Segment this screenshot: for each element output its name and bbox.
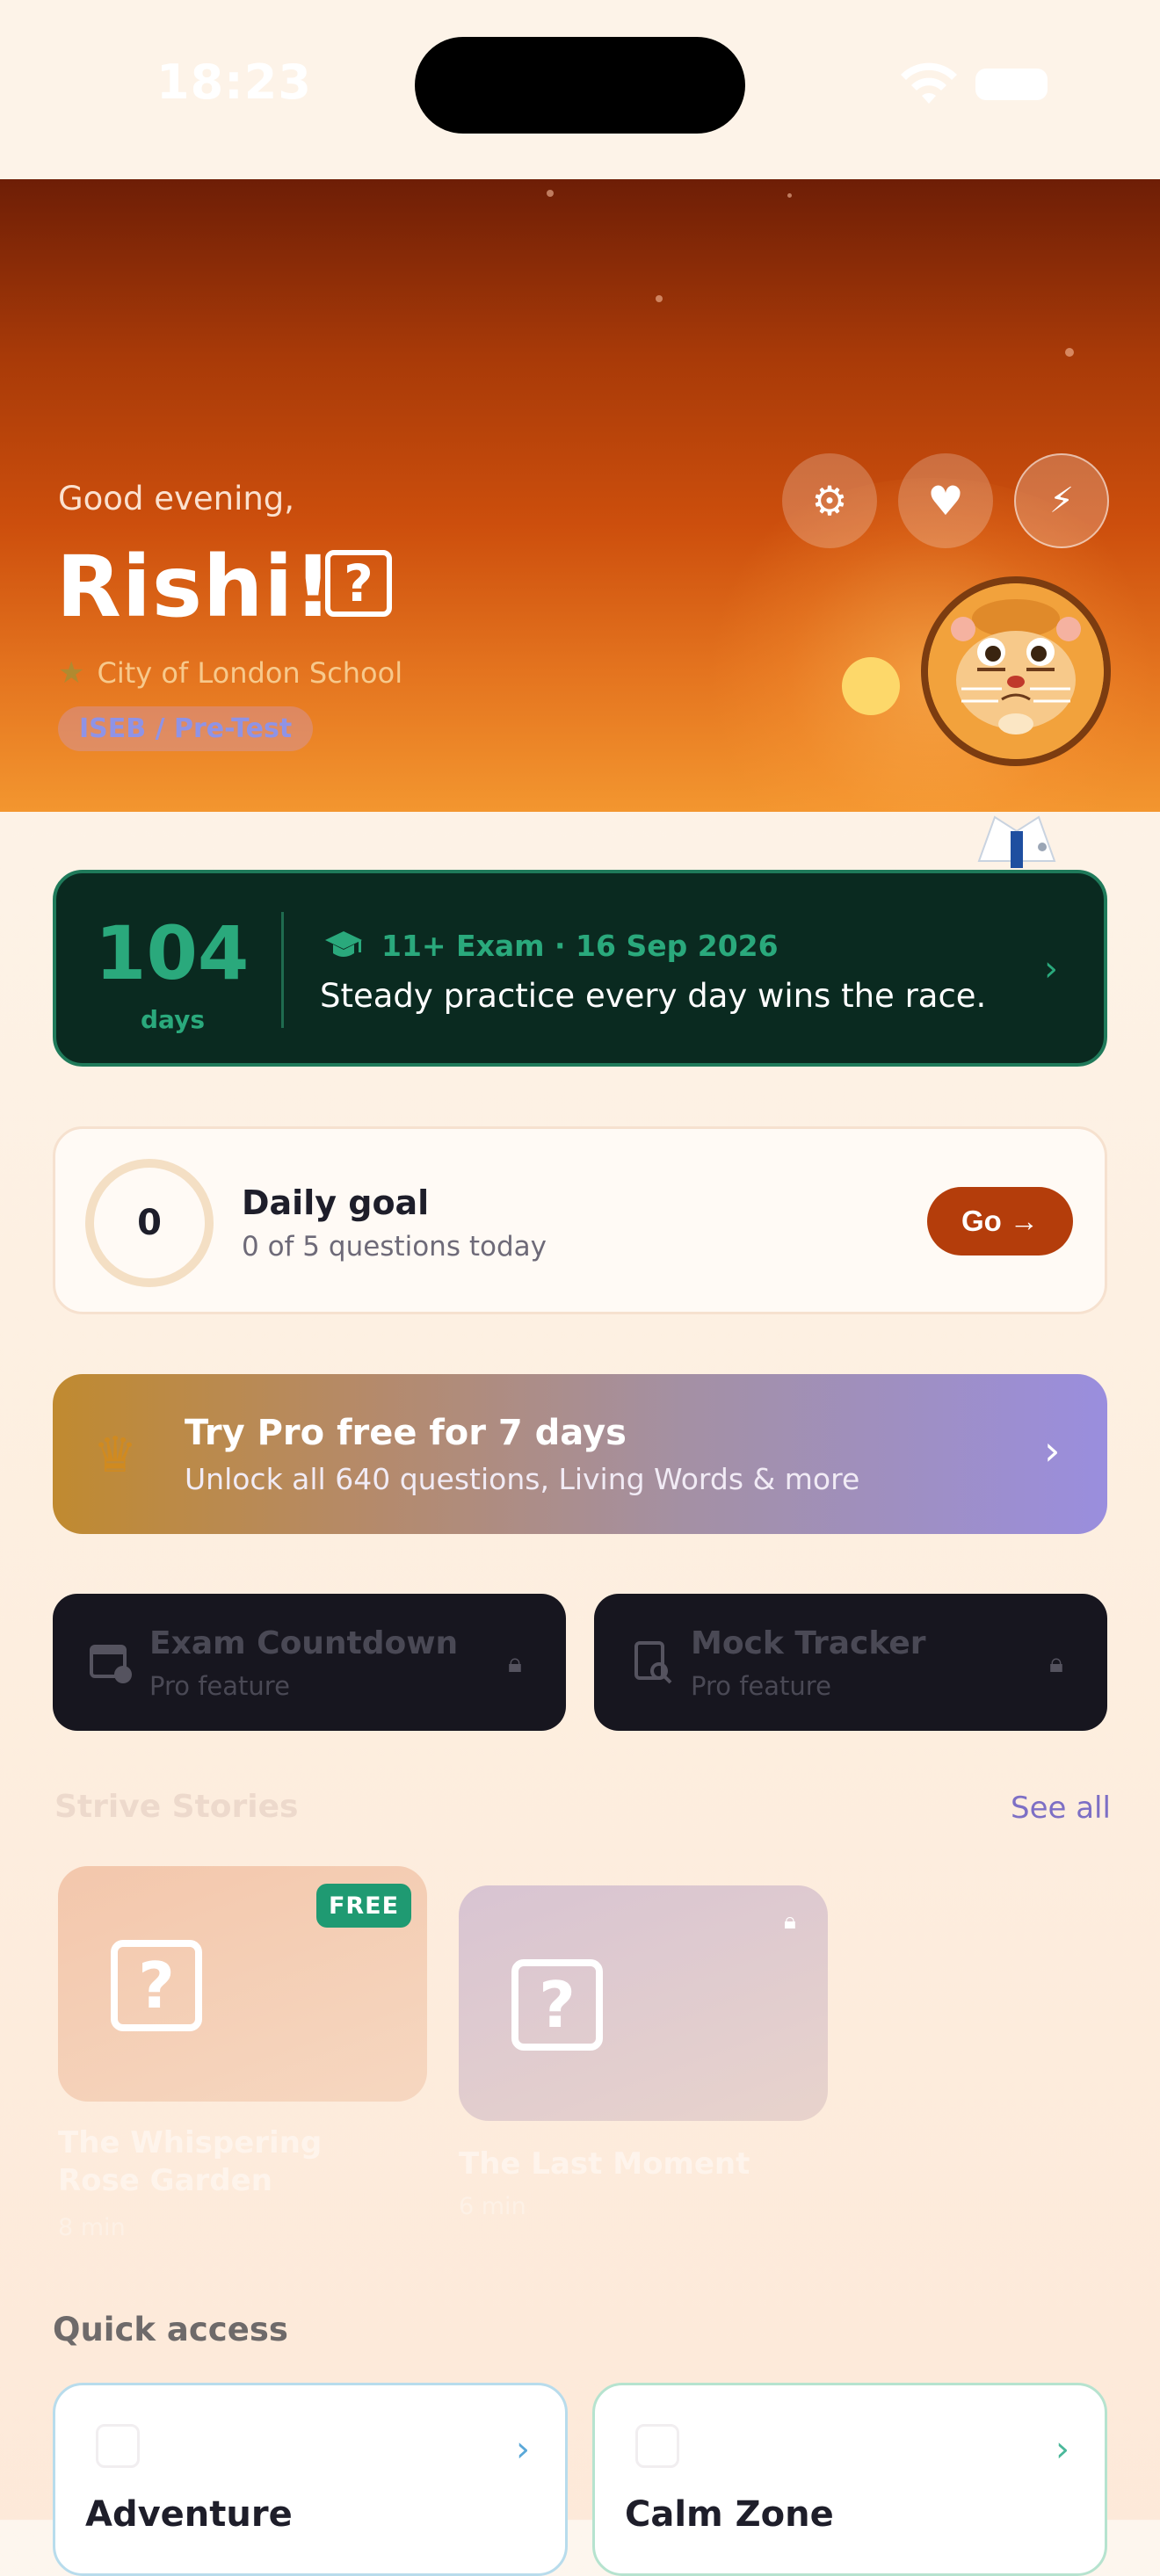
stories-section-title: Strive Stories — [54, 1789, 299, 1825]
tile-title: Exam Countdown — [149, 1625, 459, 1661]
school-label: ★ City of London School — [58, 655, 402, 691]
quick-access-title: Quick access — [53, 2311, 288, 2348]
chevron-right-icon: › — [1044, 1427, 1061, 1474]
heart-icon: ♥ — [927, 477, 964, 525]
pro-title: Try Pro free for 7 days — [185, 1413, 627, 1453]
mascot-avatar[interactable] — [921, 576, 1111, 766]
lock-icon: 🔒︎ — [508, 1648, 522, 1679]
graduation-cap-icon — [325, 931, 362, 957]
dynamic-island — [415, 37, 745, 134]
goal-subtitle: 0 of 5 questions today — [242, 1231, 547, 1263]
star-dot — [656, 295, 663, 302]
placeholder-icon: ? — [511, 1959, 603, 2051]
story-title: The Whispering Rose Garden — [58, 2125, 323, 2198]
mascot-collar — [977, 815, 1056, 868]
gear-icon: ⚙ — [811, 477, 848, 525]
settings-button[interactable]: ⚙ — [782, 453, 877, 548]
quick-access-label: Adventure — [85, 2494, 293, 2535]
see-all-link[interactable]: See all — [1011, 1791, 1111, 1826]
quick-access-calm-zone[interactable]: › Calm Zone — [592, 2383, 1107, 2576]
status-time: 18:23 — [156, 54, 312, 110]
tiger-icon — [928, 583, 1104, 759]
mock-tracker-tile[interactable]: Mock Tracker Pro feature 🔒︎ — [594, 1594, 1107, 1731]
favourites-button[interactable]: ♥ — [898, 453, 993, 548]
quick-access-label: Calm Zone — [625, 2494, 834, 2535]
placeholder-icon: ? — [325, 550, 392, 617]
days-remaining: 104 — [95, 910, 250, 996]
user-name: Rishi! — [56, 538, 333, 636]
goal-title: Daily goal — [242, 1183, 430, 1222]
sun-icon — [842, 657, 900, 715]
countdown-message: Steady practice every day wins the race. — [320, 977, 987, 1015]
tile-title: Mock Tracker — [691, 1625, 926, 1661]
pro-subtitle: Unlock all 640 questions, Living Words &… — [185, 1462, 860, 1496]
chevron-right-icon: › — [1044, 949, 1058, 989]
battery-icon — [975, 69, 1048, 100]
calm-zone-icon — [635, 2424, 679, 2468]
story-title: The Last Moment — [459, 2146, 750, 2182]
exam-date-label: 11+ Exam · 16 Sep 2026 — [323, 928, 779, 963]
school-name: City of London School — [97, 656, 403, 690]
exam-date-text: 11+ Exam · 16 Sep 2026 — [381, 928, 779, 963]
exam-countdown-card[interactable]: 104 days 11+ Exam · 16 Sep 2026 Steady p… — [53, 870, 1107, 1067]
free-badge: FREE — [316, 1884, 411, 1928]
greeting-text: Good evening, — [58, 480, 295, 517]
days-label: days — [141, 1005, 205, 1034]
lock-icon: 🔒︎ — [1049, 1648, 1063, 1679]
exam-countdown-tile[interactable]: Exam Countdown Pro feature 🔒︎ — [53, 1594, 566, 1731]
daily-goal-card: 0 Daily goal 0 of 5 questions today Go → — [53, 1126, 1107, 1314]
divider — [281, 912, 284, 1028]
document-search-icon — [634, 1641, 672, 1684]
calendar-clock-icon — [90, 1645, 132, 1683]
lightning-icon: ⚡ — [1048, 481, 1075, 521]
placeholder-icon: ? — [111, 1940, 202, 2031]
wifi-icon — [901, 62, 957, 104]
exam-track-badge: ISEB / Pre-Test — [58, 706, 314, 751]
quick-access-adventure[interactable]: › Adventure — [53, 2383, 568, 2576]
story-duration: 8 min — [58, 2214, 126, 2241]
story-duration: 6 min — [459, 2193, 526, 2220]
tile-subtitle: Pro feature — [149, 1671, 290, 1701]
tile-subtitle: Pro feature — [691, 1671, 831, 1701]
star-dot — [1065, 348, 1074, 357]
chevron-right-icon: › — [516, 2429, 530, 2470]
pro-trial-banner[interactable]: ♛ Try Pro free for 7 days Unlock all 640… — [53, 1374, 1107, 1534]
star-dot — [547, 190, 554, 197]
lock-icon: 🔒︎ — [784, 1908, 796, 1935]
star-icon: ★ — [58, 655, 85, 691]
go-button[interactable]: Go → — [927, 1187, 1073, 1255]
story-card[interactable]: ? 🔒︎ — [459, 1885, 828, 2121]
star-dot — [787, 193, 792, 198]
boost-button[interactable]: ⚡ — [1014, 453, 1109, 548]
crown-icon: ♛ — [93, 1427, 138, 1484]
chevron-right-icon: › — [1055, 2429, 1069, 2470]
adventure-icon — [96, 2424, 140, 2468]
goal-progress-ring: 0 — [85, 1159, 214, 1287]
